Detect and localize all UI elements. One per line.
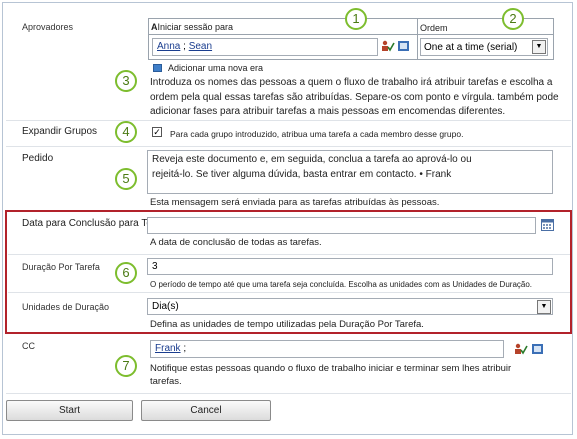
check-names-icon[interactable] <box>381 40 395 52</box>
duration-units-help: Defina as unidades de tempo utilizadas p… <box>150 319 424 330</box>
request-textarea[interactable]: Reveja este documento e, em seguida, con… <box>147 150 553 194</box>
callout-3: 3 <box>115 70 137 92</box>
cc-trailing: ; <box>180 343 187 354</box>
duration-units-value: Dia(s) <box>152 301 179 312</box>
duration-value: 3 <box>152 261 158 272</box>
approvers-label: Aprovadores <box>22 22 74 32</box>
approver-name[interactable]: Sean <box>189 41 212 52</box>
approvers-input[interactable]: Anna ; Sean <box>152 38 378 56</box>
cancel-button[interactable]: Cancel <box>141 400 271 421</box>
calendar-icon[interactable] <box>541 219 554 231</box>
due-date-input[interactable] <box>147 217 536 234</box>
start-button[interactable]: Start <box>6 400 133 421</box>
approvers-help: Introduza os nomes das pessoas a quem o … <box>150 77 559 117</box>
expand-groups-text: Para cada grupo introduzido, atribua uma… <box>170 129 464 139</box>
duration-label: Duração Por Tarefa <box>22 262 100 272</box>
expand-groups-checkbox[interactable]: ✓ <box>152 127 162 137</box>
add-stage-link[interactable]: Adicionar uma nova era <box>168 63 263 73</box>
cc-name[interactable]: Frank <box>155 343 181 354</box>
callout-1: 1 <box>345 8 367 30</box>
duration-units-select[interactable]: Dia(s) ▼ <box>147 298 553 315</box>
divider <box>6 393 571 394</box>
cc-label: CC <box>22 341 35 351</box>
duration-units-label: Unidades de Duração <box>22 302 110 312</box>
order-value: One at a time (serial) <box>424 42 518 53</box>
request-help: Esta mensagem será enviada para as taref… <box>150 197 440 208</box>
due-date-help: A data de conclusão de todas as tarefas. <box>150 237 322 248</box>
grid-divider <box>417 18 418 60</box>
expand-groups-label: Expandir Grupos <box>22 126 98 137</box>
request-text: Reveja este documento e, em seguida, con… <box>152 154 472 180</box>
divider <box>8 292 570 293</box>
col-assign-text: Iniciar sessão para <box>157 22 234 32</box>
cc-input[interactable]: Frank ; <box>150 340 504 358</box>
duration-help: O período de tempo até que uma tarefa se… <box>150 280 533 289</box>
cc-help: Notifique estas pessoas quando o fluxo d… <box>150 363 512 387</box>
chevron-down-icon[interactable]: ▼ <box>537 300 551 314</box>
callout-5: 5 <box>115 168 137 190</box>
divider <box>6 120 571 121</box>
col-order-header: Ordem <box>420 23 448 33</box>
callout-2: 2 <box>502 8 524 30</box>
request-label: Pedido <box>22 153 54 164</box>
duration-input[interactable]: 3 <box>147 258 553 275</box>
name-separator: ; <box>180 41 189 52</box>
grid-header-line <box>148 34 554 35</box>
callout-4: 4 <box>115 121 137 143</box>
approver-name[interactable]: Anna <box>157 41 180 52</box>
check-names-icon[interactable] <box>514 343 528 355</box>
callout-6: 6 <box>115 262 137 284</box>
add-stage-icon[interactable] <box>153 64 162 72</box>
chevron-down-icon[interactable]: ▼ <box>532 40 546 54</box>
divider <box>8 254 570 255</box>
callout-7: 7 <box>115 355 137 377</box>
address-book-icon[interactable] <box>397 40 410 52</box>
address-book-icon[interactable] <box>531 343 544 355</box>
order-select[interactable]: One at a time (serial) ▼ <box>420 38 548 56</box>
divider <box>6 146 571 147</box>
col-assign-header: AIniciar sessão para <box>151 22 233 32</box>
